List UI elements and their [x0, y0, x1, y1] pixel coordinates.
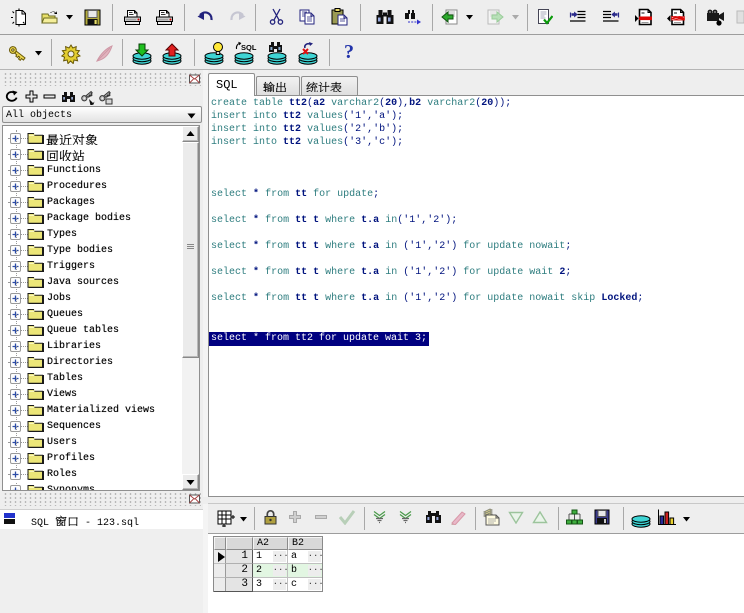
svg-text:SQL: SQL: [241, 43, 257, 52]
